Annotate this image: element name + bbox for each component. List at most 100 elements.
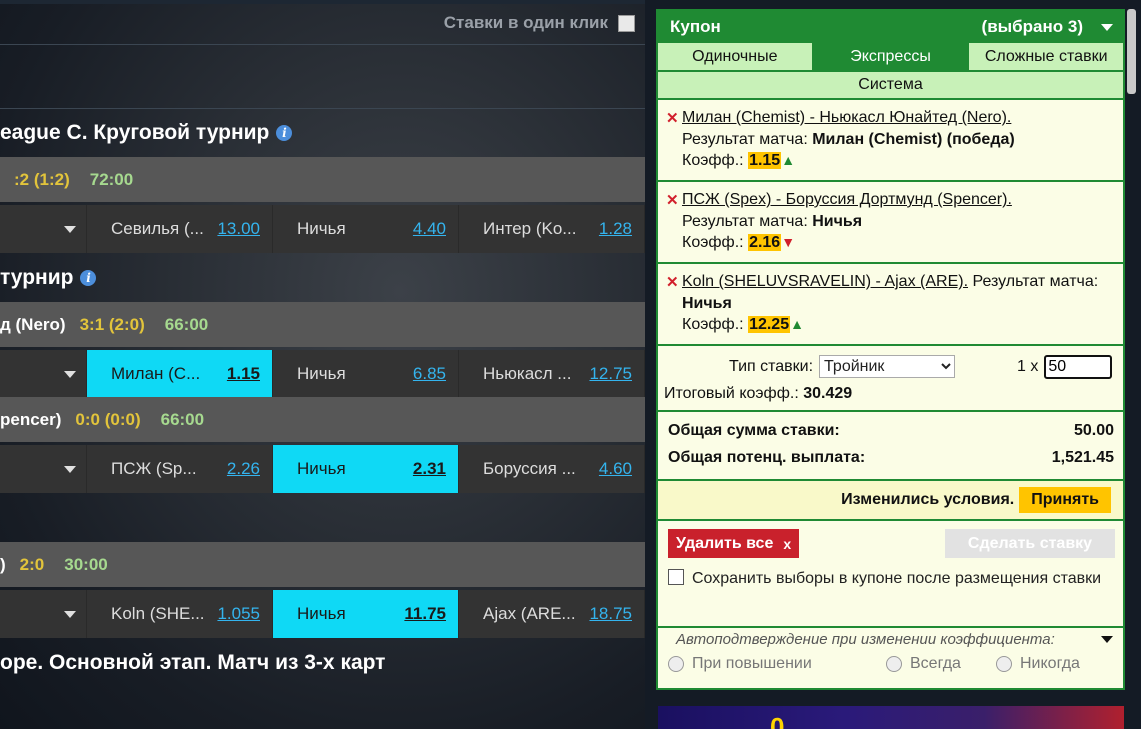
conditions-changed-label: Изменились условия. — [841, 491, 1015, 508]
odds-away[interactable]: Ньюкасл ... 12.75 — [459, 350, 645, 398]
close-icon: x — [783, 535, 792, 552]
odds-home[interactable]: ПСЖ (Sp... 2.26 — [87, 445, 273, 493]
odds-value[interactable]: 6.85 — [413, 364, 446, 384]
remove-bet-icon[interactable]: ✕ — [666, 272, 679, 294]
odds-away[interactable]: Боруссия ... 4.60 — [459, 445, 645, 493]
payout-label: Общая потенц. выплата: — [668, 449, 866, 466]
radio-on-increase[interactable]: При повышении — [668, 655, 812, 673]
match-name: д (Nero) — [0, 314, 66, 334]
tab-express[interactable]: Экспрессы — [811, 43, 968, 70]
scrollbar[interactable] — [1127, 9, 1136, 94]
selected-count: (выбрано 3) — [981, 17, 1083, 36]
match-row[interactable]: :2 (1:2) 72:00 — [0, 157, 645, 202]
keep-selections[interactable]: Сохранить выборы в купоне после размещен… — [668, 568, 1108, 590]
odds-home-selected[interactable]: Милан (C... 1.15 — [87, 350, 273, 398]
chevron-down-icon[interactable] — [1101, 636, 1113, 643]
match-row[interactable]: д (Nero) 3:1 (2:0) 66:00 — [0, 302, 645, 347]
bet-actions: Удалить все x Сделать ставку Сохранить вы… — [658, 519, 1123, 626]
odds-label: Милан (C... — [111, 364, 201, 383]
chevron-down-icon — [64, 465, 76, 473]
total-coef-value: 30.429 — [803, 385, 853, 402]
markets-dropdown[interactable] — [0, 445, 87, 493]
bet-type-select[interactable]: Тройник — [819, 355, 956, 378]
match-row[interactable]: pencer) 0:0 (0:0) 66:00 — [0, 397, 645, 442]
odds-value[interactable]: 1.15 — [227, 364, 260, 384]
bet-event-link[interactable]: ПСЖ (Spex) - Боруссия Дортмунд (Spencer)… — [682, 191, 1012, 208]
bet-pick: Ничья — [812, 212, 863, 230]
bet-slip-title: Купон — [670, 17, 721, 36]
events-panel: Ставки в один клик eague C. Круговой тур… — [0, 0, 645, 729]
remove-bet-icon[interactable]: ✕ — [666, 108, 679, 130]
bet-slip-header[interactable]: Купон (выбрано 3) — [658, 11, 1123, 43]
odds-away[interactable]: Интер (Ko... 1.28 — [459, 205, 645, 253]
radio-always[interactable]: Всегда — [886, 655, 961, 673]
radio-label: Всегда — [910, 655, 961, 672]
odds-label: Koln (SHE... — [111, 604, 205, 623]
odds-value[interactable]: 4.60 — [599, 459, 632, 479]
odds-draw[interactable]: Ничья 4.40 — [273, 205, 459, 253]
odds-label: ПСЖ (Sp... — [111, 459, 197, 478]
one-click-toggle[interactable]: Ставки в один клик — [444, 13, 635, 33]
odds-value[interactable]: 2.31 — [413, 459, 446, 479]
bet-event-link[interactable]: Милан (Chemist) - Ньюкасл Юнайтед (Nero)… — [682, 109, 1011, 126]
bet-type-label: Тип ставки: — [729, 357, 814, 375]
odds-value[interactable]: 18.75 — [589, 604, 632, 624]
arrow-up-icon: ▲ — [781, 152, 796, 168]
radio-button[interactable] — [886, 656, 902, 672]
odds-draw-selected[interactable]: Ничья 11.75 — [273, 590, 459, 638]
bet-event-link[interactable]: Koln (SHELUVSRAVELIN) - Ajax (ARE). — [682, 273, 968, 290]
odds-value[interactable]: 4.40 — [413, 219, 446, 239]
markets-dropdown[interactable] — [0, 590, 87, 638]
payout-value: 1,521.45 — [1051, 449, 1114, 466]
tab-system[interactable]: Система — [658, 70, 1123, 98]
one-click-checkbox[interactable] — [618, 14, 635, 32]
bet-item: ✕ Милан (Chemist) - Ньюкасл Юнайтед (Ner… — [658, 98, 1123, 180]
odds-draw-selected[interactable]: Ничья 2.31 — [273, 445, 459, 493]
odds-value[interactable]: 1.055 — [217, 604, 260, 624]
markets-dropdown[interactable] — [0, 350, 87, 398]
accept-button[interactable]: Принять — [1019, 487, 1111, 513]
odds-value[interactable]: 11.75 — [404, 604, 446, 624]
league-title: eague C. Круговой турнир i — [0, 121, 293, 145]
keep-selections-checkbox[interactable] — [668, 569, 684, 585]
info-icon[interactable]: i — [276, 125, 293, 141]
radio-button[interactable] — [668, 656, 684, 672]
odds-draw[interactable]: Ничья 6.85 — [273, 350, 459, 398]
odds-value[interactable]: 2.26 — [227, 459, 260, 479]
remove-bet-icon[interactable]: ✕ — [666, 190, 679, 212]
odds-row: Милан (C... 1.15 Ничья 6.85 Ньюкасл ... 12.… — [0, 350, 645, 398]
match-row[interactable]: ) 2:0 30:00 — [0, 542, 645, 587]
tab-complex[interactable]: Сложные ставки — [967, 43, 1124, 70]
auto-confirm: Автоподтверждение при изменении коэффици… — [658, 626, 1123, 689]
stake-amount-input[interactable] — [1044, 355, 1113, 379]
match-name: ) — [0, 554, 6, 574]
odds-value[interactable]: 13.00 — [217, 219, 260, 239]
divider — [0, 44, 645, 45]
match-time: 66:00 — [164, 314, 209, 334]
tab-singles[interactable]: Одиночные — [658, 43, 812, 70]
radio-button[interactable] — [996, 656, 1012, 672]
delete-all-button[interactable]: Удалить все x — [668, 529, 800, 558]
markets-dropdown[interactable] — [0, 205, 87, 253]
odds-home[interactable]: Koln (SHE... 1.055 — [87, 590, 273, 638]
odds-label: Ньюкасл ... — [483, 364, 572, 383]
odds-away[interactable]: Ajax (ARE... 18.75 — [459, 590, 645, 638]
odds-label: Боруссия ... — [483, 459, 576, 478]
auto-confirm-title: Автоподтверждение при изменении коэффици… — [676, 631, 1055, 648]
odds-home[interactable]: Севилья (... 13.00 — [87, 205, 273, 253]
place-bet-button[interactable]: Сделать ставку — [945, 529, 1115, 558]
bet-market: Результат матча: — [682, 212, 808, 230]
odds-value[interactable]: 1.28 — [599, 219, 632, 239]
bet-market: Результат матча: — [682, 130, 808, 148]
odds-value[interactable]: 12.75 — [589, 364, 632, 384]
coef-value: 2.16 — [748, 234, 782, 251]
one-click-label: Ставки в один клик — [443, 13, 608, 32]
info-icon[interactable]: i — [80, 270, 97, 286]
banner-text: 0 — [770, 712, 785, 729]
odds-row: Севилья (... 13.00 Ничья 4.40 Интер (Ko...… — [0, 205, 645, 253]
radio-never[interactable]: Никогда — [996, 655, 1080, 673]
promo-banner[interactable]: 0 — [658, 706, 1124, 729]
radio-label: Никогда — [1020, 655, 1080, 672]
match-score: :2 (1:2) — [14, 169, 70, 189]
chevron-down-icon[interactable] — [1101, 23, 1113, 31]
